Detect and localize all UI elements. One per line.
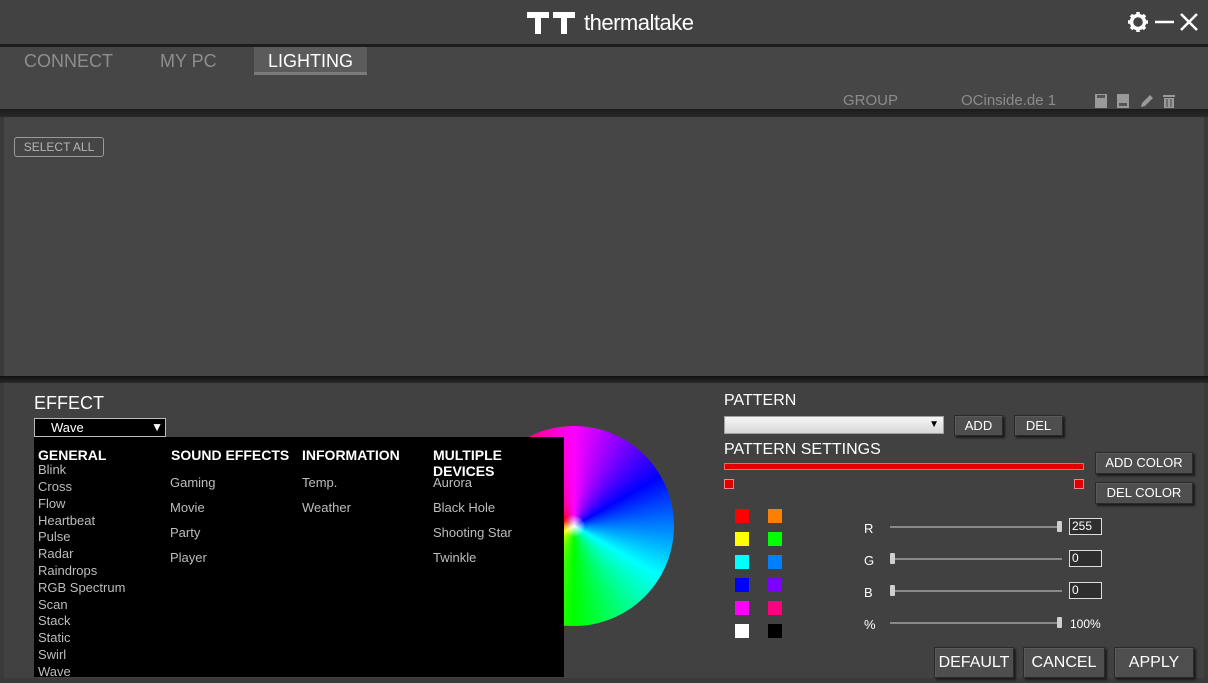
- pattern-label: PATTERN: [724, 392, 797, 409]
- menu-item-blink[interactable]: Blink: [38, 462, 66, 477]
- menu-item-radar[interactable]: Radar: [38, 546, 73, 561]
- divider: [0, 376, 1208, 383]
- gear-icon[interactable]: [1127, 11, 1149, 33]
- menu-item-heartbeat[interactable]: Heartbeat: [38, 513, 95, 528]
- default-button[interactable]: DEFAULT: [934, 647, 1014, 678]
- close-icon[interactable]: [1178, 11, 1200, 33]
- pattern-add-button[interactable]: ADD: [954, 415, 1003, 436]
- menu-header-sound-effects: SOUND EFFECTS: [171, 447, 290, 463]
- edit-icon[interactable]: [1139, 93, 1153, 109]
- brightness-slider-track[interactable]: [890, 622, 1062, 624]
- apply-button[interactable]: APPLY: [1114, 647, 1194, 678]
- load-icon[interactable]: [1116, 93, 1130, 109]
- green-slider-track[interactable]: [890, 558, 1062, 560]
- menu-item-weather[interactable]: Weather: [302, 500, 351, 515]
- color-swatch[interactable]: [735, 509, 749, 523]
- group-name[interactable]: OCinside.de 1: [961, 92, 1056, 109]
- brand-name: thermaltake: [584, 10, 694, 35]
- menu-item-aurora[interactable]: Aurora: [433, 475, 472, 490]
- menu-item-cross[interactable]: Cross: [38, 479, 72, 494]
- color-swatch[interactable]: [735, 601, 749, 615]
- menu-item-flow[interactable]: Flow: [38, 496, 65, 511]
- menu-item-wave[interactable]: Wave: [38, 664, 71, 679]
- gradient-stop-handle[interactable]: [724, 479, 734, 489]
- red-label: R: [864, 521, 874, 536]
- color-swatch[interactable]: [735, 555, 749, 569]
- red-value-input[interactable]: [1069, 518, 1102, 535]
- minimize-icon[interactable]: [1154, 11, 1176, 33]
- menu-item-shooting-star[interactable]: Shooting Star: [433, 525, 512, 540]
- red-slider-thumb[interactable]: [1057, 521, 1062, 532]
- del-color-button[interactable]: DEL COLOR: [1095, 482, 1193, 504]
- menu-item-black-hole[interactable]: Black Hole: [433, 500, 495, 515]
- color-swatch[interactable]: [735, 624, 749, 638]
- effect-menu: GENERAL Blink Cross Flow Heartbeat Pulse…: [34, 437, 564, 679]
- red-slider-track[interactable]: [890, 526, 1062, 528]
- menu-item-player[interactable]: Player: [170, 550, 207, 565]
- cancel-button[interactable]: CANCEL: [1023, 647, 1105, 678]
- menu-item-pulse[interactable]: Pulse: [38, 529, 71, 544]
- pattern-del-button[interactable]: DEL: [1014, 415, 1063, 436]
- menu-header-general: GENERAL: [38, 447, 107, 463]
- effect-label: EFFECT: [34, 393, 104, 413]
- pattern-gradient-bar[interactable]: [724, 463, 1084, 470]
- title-bar: thermaltake: [0, 0, 1208, 47]
- tab-lighting[interactable]: LIGHTING: [254, 47, 368, 75]
- menu-item-stack[interactable]: Stack: [38, 613, 71, 628]
- pattern-dropdown[interactable]: ▼: [724, 416, 944, 434]
- blue-slider-track[interactable]: [890, 590, 1062, 592]
- add-color-button[interactable]: ADD COLOR: [1095, 452, 1193, 474]
- green-label: G: [864, 553, 875, 568]
- color-swatch[interactable]: [768, 532, 782, 546]
- device-area: [4, 117, 1204, 376]
- select-all-button[interactable]: SELECT ALL: [14, 137, 104, 157]
- dropdown-arrow-icon: ▼: [151, 420, 163, 434]
- effect-dropdown[interactable]: Wave ▼: [34, 418, 166, 437]
- menu-item-raindrops[interactable]: Raindrops: [38, 563, 97, 578]
- color-swatch[interactable]: [768, 555, 782, 569]
- menu-item-scan[interactable]: Scan: [38, 597, 68, 612]
- green-value-input[interactable]: [1069, 550, 1102, 567]
- menu-item-movie[interactable]: Movie: [170, 500, 205, 515]
- color-swatch[interactable]: [768, 578, 782, 592]
- menu-item-static[interactable]: Static: [38, 630, 71, 645]
- gradient-stop-handle[interactable]: [1074, 479, 1084, 489]
- color-swatch[interactable]: [768, 509, 782, 523]
- green-slider-thumb[interactable]: [890, 553, 895, 564]
- color-swatch[interactable]: [735, 532, 749, 546]
- save-icon[interactable]: [1094, 93, 1108, 109]
- menu-item-swirl[interactable]: Swirl: [38, 647, 66, 662]
- blue-slider-thumb[interactable]: [890, 585, 895, 596]
- thermaltake-logo-icon: [527, 12, 575, 34]
- color-swatch[interactable]: [768, 601, 782, 615]
- menu-item-twinkle[interactable]: Twinkle: [433, 550, 476, 565]
- blue-label: B: [864, 585, 873, 600]
- color-swatch[interactable]: [735, 578, 749, 592]
- group-label: GROUP: [843, 92, 899, 109]
- pattern-settings-label: PATTERN SETTINGS: [724, 441, 881, 458]
- tab-my-pc[interactable]: MY PC: [146, 47, 231, 75]
- brightness-value: 100%: [1070, 617, 1101, 631]
- brightness-slider-thumb[interactable]: [1057, 617, 1062, 628]
- color-swatch[interactable]: [768, 624, 782, 638]
- menu-item-gaming[interactable]: Gaming: [170, 475, 216, 490]
- divider: [0, 109, 1208, 117]
- tab-connect[interactable]: CONNECT: [10, 47, 127, 75]
- menu-item-party[interactable]: Party: [170, 525, 200, 540]
- menu-item-temp[interactable]: Temp.: [302, 475, 337, 490]
- menu-item-rgb-spectrum[interactable]: RGB Spectrum: [38, 580, 125, 595]
- menu-header-information: INFORMATION: [302, 447, 400, 463]
- blue-value-input[interactable]: [1069, 582, 1102, 599]
- dropdown-arrow-icon: ▼: [929, 419, 939, 430]
- effect-selected-value: Wave: [51, 420, 84, 435]
- delete-icon[interactable]: [1162, 93, 1176, 109]
- brightness-label: %: [864, 617, 876, 632]
